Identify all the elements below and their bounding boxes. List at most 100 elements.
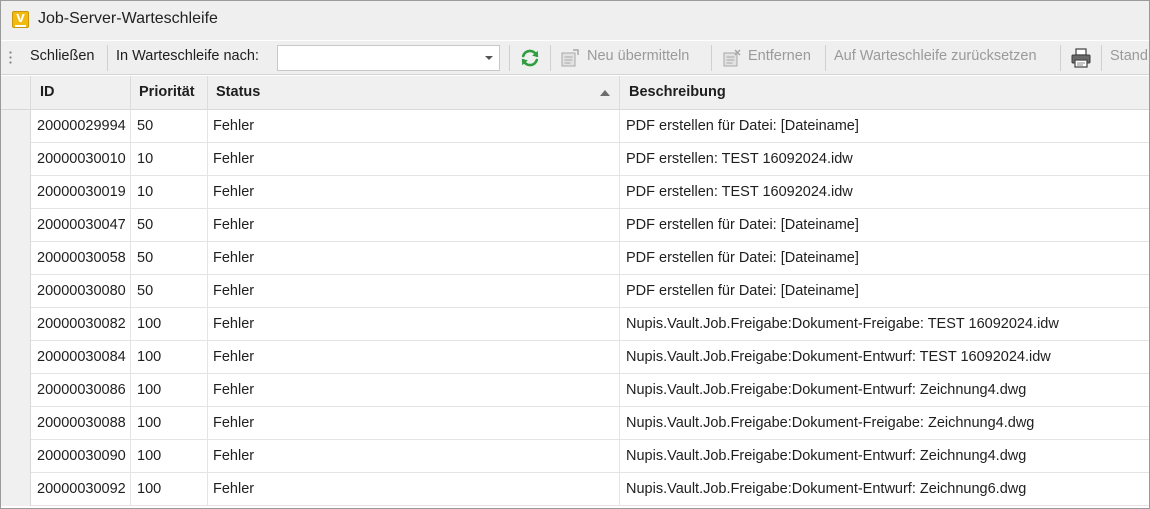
cell-id: 20000030092	[31, 473, 131, 506]
table-row[interactable]: 20000030080 50 Fehler PDF erstellen für Dat…	[1, 275, 1149, 308]
table-row[interactable]: 20000030019 10 Fehler PDF erstellen: TEST 1…	[1, 176, 1149, 209]
row-indicator[interactable]	[1, 110, 31, 143]
cell-description: PDF erstellen für Datei: [Dateiname]	[620, 275, 1149, 308]
remove-icon	[722, 48, 742, 68]
close-button[interactable]: Schließen	[30, 48, 94, 64]
cell-status: Fehler	[208, 407, 620, 440]
row-indicator[interactable]	[1, 374, 31, 407]
table-row[interactable]: 20000030058 50 Fehler PDF erstellen für Dat…	[1, 242, 1149, 275]
cell-id: 20000030090	[31, 440, 131, 473]
table-row[interactable]: 20000030010 10 Fehler PDF erstellen: TEST 1…	[1, 143, 1149, 176]
cell-id: 20000030058	[31, 242, 131, 275]
cell-priority: 50	[131, 209, 208, 242]
cell-description: Nupis.Vault.Job.Freigabe:Dokument-Freiga…	[620, 308, 1149, 341]
column-header-description[interactable]: Beschreibung	[620, 76, 1149, 110]
cell-priority: 100	[131, 407, 208, 440]
job-table-body: 20000029994 50 Fehler PDF erstellen für Dat…	[1, 110, 1149, 506]
table-row[interactable]: 20000030092 100 Fehler Nupis.Vault.Job.Frei…	[1, 473, 1149, 506]
cell-status: Fehler	[208, 242, 620, 275]
cell-status: Fehler	[208, 473, 620, 506]
resubmit-button[interactable]: Neu übermitteln	[587, 48, 689, 64]
cell-description: PDF erstellen: TEST 16092024.idw	[620, 176, 1149, 209]
grid-header: ID Priorität Status Beschreibung	[1, 76, 1149, 110]
cell-priority: 50	[131, 110, 208, 143]
cell-description: Nupis.Vault.Job.Freigabe:Dokument-Freiga…	[620, 407, 1149, 440]
table-row[interactable]: 20000030084 100 Fehler Nupis.Vault.Job.Frei…	[1, 341, 1149, 374]
table-row[interactable]: 20000030090 100 Fehler Nupis.Vault.Job.Frei…	[1, 440, 1149, 473]
app-icon-underline	[15, 25, 26, 27]
cell-priority: 100	[131, 308, 208, 341]
cell-priority: 10	[131, 176, 208, 209]
chevron-down-icon[interactable]	[485, 56, 493, 60]
vault-app-icon: V	[12, 11, 29, 28]
hold-after-combobox[interactable]	[277, 45, 500, 71]
table-row[interactable]: 20000030047 50 Fehler PDF erstellen für Dat…	[1, 209, 1149, 242]
cell-priority: 50	[131, 275, 208, 308]
cell-description: Nupis.Vault.Job.Freigabe:Dokument-Entwur…	[620, 341, 1149, 374]
toolbar-separator	[711, 45, 712, 71]
toolbar-separator	[1101, 45, 1102, 71]
refresh-icon[interactable]	[519, 47, 541, 69]
cell-status: Fehler	[208, 440, 620, 473]
cell-status: Fehler	[208, 308, 620, 341]
cell-id: 20000030082	[31, 308, 131, 341]
row-indicator[interactable]	[1, 209, 31, 242]
standard-view-button[interactable]: Stand	[1110, 48, 1148, 64]
table-row[interactable]: 20000030086 100 Fehler Nupis.Vault.Job.Frei…	[1, 374, 1149, 407]
cell-id: 20000030080	[31, 275, 131, 308]
row-indicator[interactable]	[1, 473, 31, 506]
cell-description: Nupis.Vault.Job.Freigabe:Dokument-Entwur…	[620, 374, 1149, 407]
remove-button[interactable]: Entfernen	[748, 48, 811, 64]
row-indicator[interactable]	[1, 143, 31, 176]
cell-id: 20000030088	[31, 407, 131, 440]
cell-description: PDF erstellen: TEST 16092024.idw	[620, 143, 1149, 176]
cell-status: Fehler	[208, 110, 620, 143]
row-indicator-header	[1, 76, 31, 110]
cell-priority: 100	[131, 473, 208, 506]
cell-description: Nupis.Vault.Job.Freigabe:Dokument-Entwur…	[620, 473, 1149, 506]
cell-status: Fehler	[208, 341, 620, 374]
window-title: Job-Server-Warteschleife	[38, 10, 218, 27]
app-icon-letter: V	[16, 12, 25, 25]
cell-status: Fehler	[208, 374, 620, 407]
row-indicator[interactable]	[1, 308, 31, 341]
toolbar: Schließen In Warteschleife nach: Neu übe…	[1, 41, 1149, 75]
column-header-status[interactable]: Status	[208, 76, 620, 110]
reset-hold-button[interactable]: Auf Warteschleife zurücksetzen	[834, 48, 1037, 64]
cell-id: 20000030047	[31, 209, 131, 242]
row-indicator[interactable]	[1, 341, 31, 374]
table-row[interactable]: 20000030088 100 Fehler Nupis.Vault.Job.Frei…	[1, 407, 1149, 440]
column-header-id[interactable]: ID	[31, 76, 131, 110]
row-indicator[interactable]	[1, 275, 31, 308]
resubmit-icon	[560, 48, 580, 68]
cell-priority: 100	[131, 341, 208, 374]
table-row[interactable]: 20000030082 100 Fehler Nupis.Vault.Job.Frei…	[1, 308, 1149, 341]
cell-description: PDF erstellen für Datei: [Dateiname]	[620, 242, 1149, 275]
job-queue-window: V Job-Server-Warteschleife Schließen In …	[0, 0, 1150, 509]
table-row[interactable]: 20000029994 50 Fehler PDF erstellen für Dat…	[1, 110, 1149, 143]
toolbar-separator	[550, 45, 551, 71]
sort-ascending-icon	[600, 90, 610, 96]
row-indicator[interactable]	[1, 407, 31, 440]
row-indicator[interactable]	[1, 176, 31, 209]
cell-description: PDF erstellen für Datei: [Dateiname]	[620, 209, 1149, 242]
toolbar-separator	[107, 45, 108, 71]
cell-status: Fehler	[208, 275, 620, 308]
cell-priority: 100	[131, 374, 208, 407]
cell-description: Nupis.Vault.Job.Freigabe:Dokument-Entwur…	[620, 440, 1149, 473]
hold-after-label: In Warteschleife nach:	[116, 48, 259, 64]
print-icon[interactable]	[1070, 47, 1092, 69]
title-bar: V Job-Server-Warteschleife	[1, 1, 1149, 40]
cell-id: 20000030086	[31, 374, 131, 407]
row-indicator[interactable]	[1, 242, 31, 275]
cell-id: 20000030010	[31, 143, 131, 176]
cell-priority: 100	[131, 440, 208, 473]
toolbar-grip-handle[interactable]	[9, 50, 12, 64]
cell-status: Fehler	[208, 143, 620, 176]
toolbar-separator	[1060, 45, 1061, 71]
cell-description: PDF erstellen für Datei: [Dateiname]	[620, 110, 1149, 143]
toolbar-separator	[825, 45, 826, 71]
row-indicator[interactable]	[1, 440, 31, 473]
column-header-priority[interactable]: Priorität	[131, 76, 208, 110]
cell-id: 20000030084	[31, 341, 131, 374]
